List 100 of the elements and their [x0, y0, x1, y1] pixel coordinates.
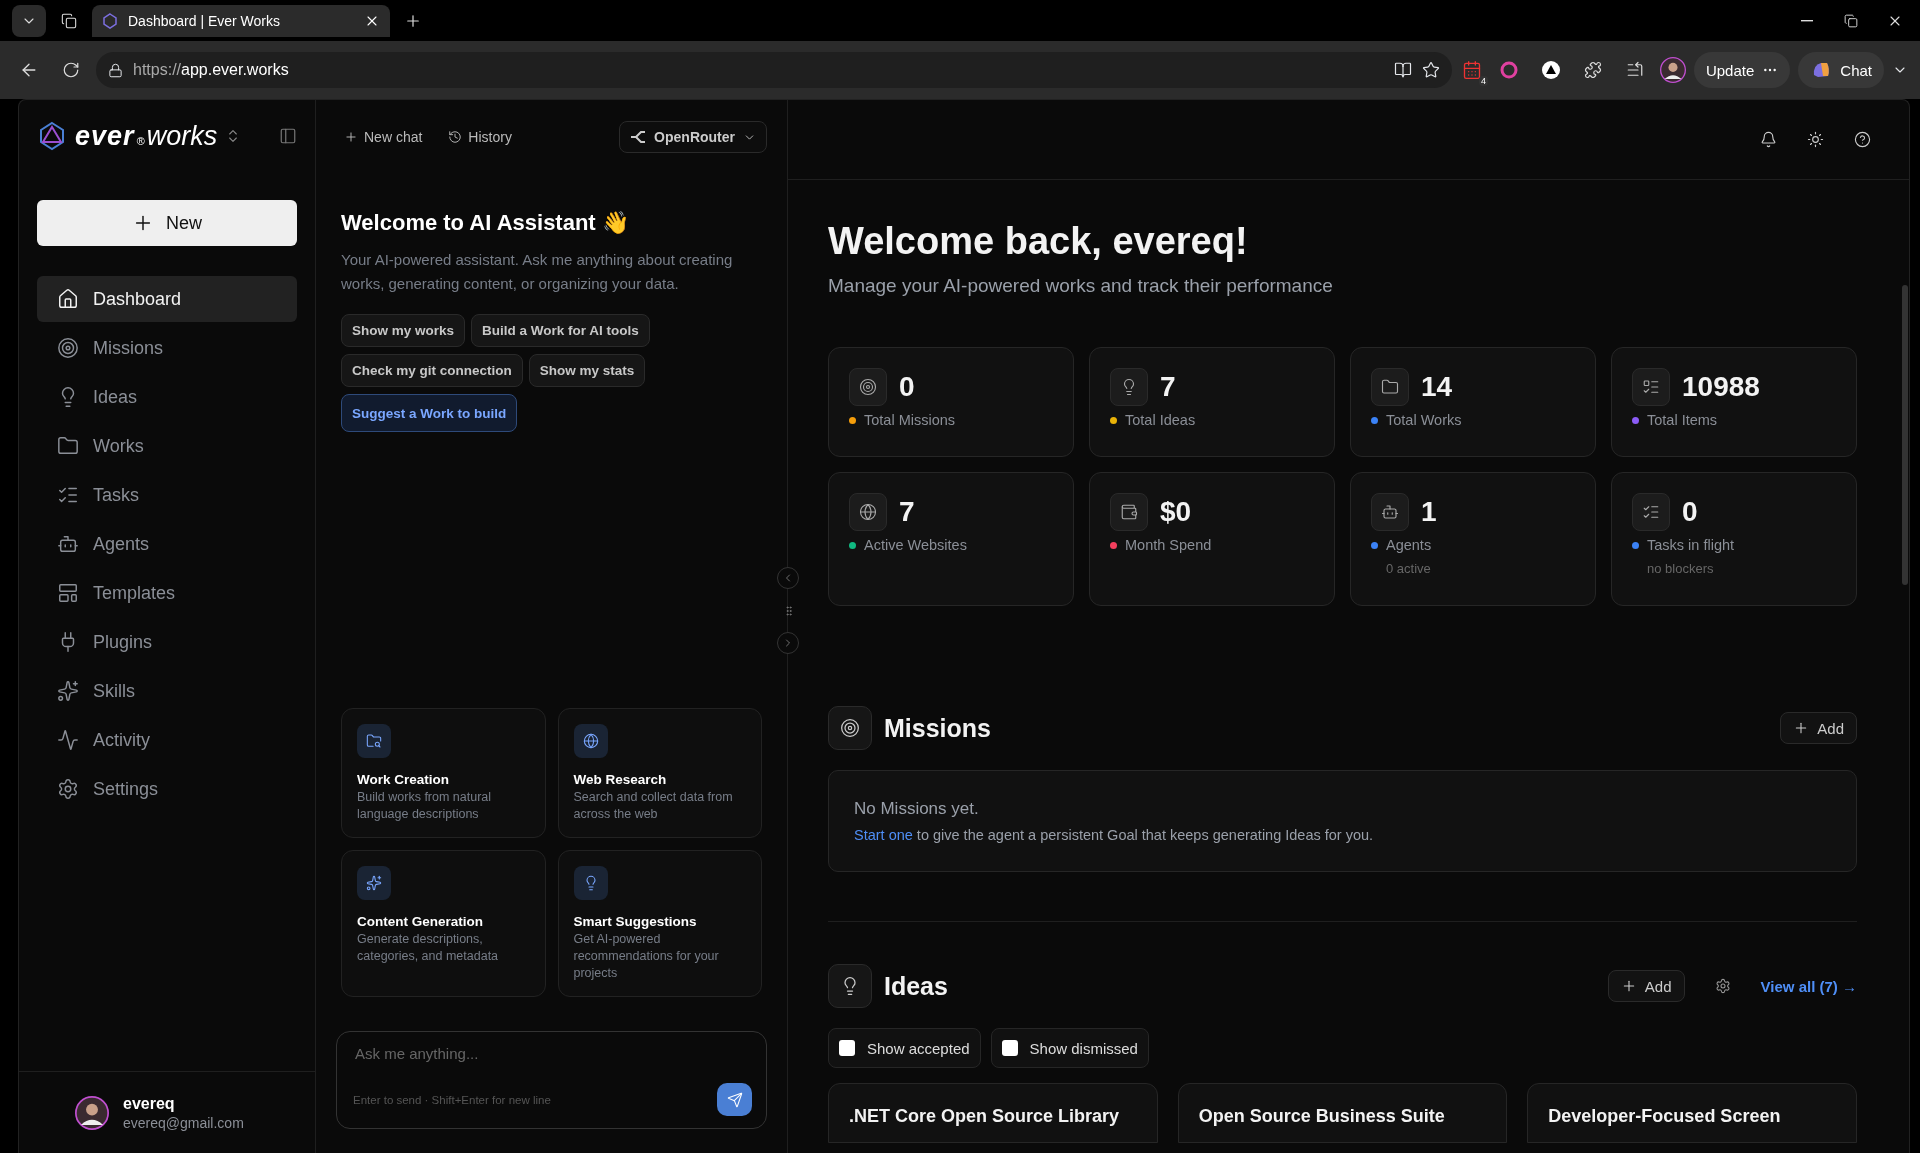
assistant-intro: Your AI-powered assistant. Ask me anything about creating works, generating content, or organizing your data.	[341, 250, 734, 294]
sparkles-icon	[357, 866, 391, 900]
nav-item[interactable]: Tasks	[37, 472, 297, 518]
chat-input[interactable]: Ask me anything...	[353, 1044, 752, 1063]
checkbox[interactable]	[1001, 1040, 1018, 1056]
nav-item[interactable]: Plugins	[37, 619, 297, 665]
welcome-subtitle: Manage your AI-powered works and track their performance	[828, 275, 1334, 297]
url-text: https://app.ever.works	[133, 61, 289, 79]
suggestion-chip[interactable]: Build a Work for AI tools	[471, 314, 650, 347]
stat-label: Agents	[1386, 537, 1432, 553]
nav-item[interactable]: Works	[37, 423, 297, 469]
nav-item[interactable]: Agents	[37, 521, 297, 567]
router-icon	[630, 130, 647, 144]
logo-text: ever®works	[75, 120, 218, 152]
avatar	[75, 1095, 109, 1130]
scrollbar-thumb[interactable]	[1902, 285, 1908, 585]
resize-grip-icon[interactable]	[783, 605, 795, 617]
stat-value: 7	[1160, 371, 1176, 403]
suggestion-chip[interactable]: Show my works	[341, 314, 466, 347]
layout-icon	[57, 582, 79, 604]
feature-card[interactable]: Work Creation Build works from natural language descriptions	[341, 708, 546, 838]
robot-icon	[1371, 493, 1409, 531]
avatar	[1659, 57, 1686, 83]
nav-item[interactable]: Activity	[37, 717, 297, 763]
nav-item[interactable]: Skills	[37, 668, 297, 714]
idea-card[interactable]: .NET Core Open Source Library	[828, 1083, 1158, 1143]
target-icon	[849, 368, 887, 406]
address-bar[interactable]: https://app.ever.works	[96, 52, 1452, 88]
filter-checkbox[interactable]: Show dismissed	[990, 1028, 1149, 1068]
stat-label: Total Ideas	[1125, 412, 1196, 428]
checkbox[interactable]	[839, 1040, 855, 1056]
stat-label: Month Spend	[1125, 537, 1212, 553]
nav-item[interactable]: Dashboard	[37, 276, 297, 322]
idea-card[interactable]: Open Source Business Suite	[1177, 1083, 1508, 1143]
settings-icon	[1714, 978, 1731, 994]
new-button[interactable]: New	[37, 200, 297, 246]
history-icon	[448, 130, 463, 144]
view-all-link[interactable]: View all (7) →	[1760, 977, 1857, 995]
idea-card[interactable]: Developer-Focused Screen	[1527, 1083, 1857, 1143]
filter-checkbox[interactable]: Show accepted	[828, 1028, 981, 1068]
nav-item[interactable]: Templates	[37, 570, 297, 616]
stat-note: 0 active	[1386, 561, 1432, 576]
logo-icon	[37, 121, 67, 151]
target-icon	[828, 706, 872, 750]
stat-label: Total Works	[1386, 412, 1462, 428]
feature-title: Work Creation	[357, 772, 450, 787]
tab-list-button[interactable]	[12, 4, 46, 37]
browser-tab[interactable]: Dashboard | Ever Works	[92, 4, 390, 37]
stat-note: no blockers	[1647, 561, 1715, 576]
send-icon	[726, 1091, 743, 1108]
nav-item[interactable]: Missions	[37, 325, 297, 371]
collapse-handle[interactable]	[777, 567, 799, 589]
suggestion-chip[interactable]: Show my stats	[528, 354, 646, 387]
folder-icon	[1371, 368, 1409, 406]
list-icon	[1632, 368, 1670, 406]
suggestion-chip[interactable]: Check my git connection	[341, 354, 523, 387]
folder-search-icon	[357, 724, 391, 758]
assistant-title: Welcome to AI Assistant 👋	[341, 210, 630, 236]
folder-icon	[57, 435, 79, 457]
feature-card[interactable]: Web Research Search and collect data from across the web	[557, 708, 762, 838]
suggestion-chip[interactable]: Suggest a Work to build	[341, 394, 518, 432]
sun-icon	[1807, 131, 1824, 148]
puzzle-icon	[1583, 61, 1602, 79]
minimize-icon	[1801, 19, 1813, 22]
stat-label: Total Items	[1647, 412, 1718, 428]
feature-title: Content Generation	[357, 914, 484, 929]
favorites-icon	[1625, 61, 1644, 79]
add-button[interactable]: Add	[1607, 970, 1685, 1002]
globe-icon	[849, 493, 887, 531]
calendar-icon	[1461, 60, 1482, 80]
stat-label: Active Websites	[864, 537, 967, 553]
update-button[interactable]: Update	[1693, 52, 1791, 88]
star-icon	[1421, 61, 1440, 79]
feature-description: Build works from natural language descriptions	[357, 789, 493, 823]
lightbulb-icon	[1110, 368, 1148, 406]
stat-value: 7	[899, 496, 915, 528]
nav-item[interactable]: Settings	[37, 766, 297, 812]
activity-icon	[57, 729, 79, 751]
send-button[interactable]	[717, 1083, 752, 1116]
robot-icon	[57, 533, 79, 555]
lightbulb-icon	[573, 866, 608, 900]
history-button[interactable]: History	[440, 125, 520, 149]
add-button[interactable]: Add	[1780, 712, 1857, 744]
chat-button[interactable]: Chat	[1798, 52, 1884, 88]
restore-icon	[1844, 13, 1858, 28]
feature-card[interactable]: Smart Suggestions Get AI-powered recommendations for your projects	[557, 850, 762, 997]
feature-card[interactable]: Content Generation Generate descriptions, categories, and metadata	[341, 850, 546, 997]
stat-value: 0	[1682, 496, 1698, 528]
expand-handle[interactable]	[777, 632, 799, 654]
feature-description: Search and collect data from across the web	[573, 789, 734, 823]
stat-label: Total Missions	[864, 412, 956, 428]
wallet-icon	[1110, 493, 1148, 531]
model-selector[interactable]: OpenRouter	[619, 121, 767, 153]
user-email: evereq@gmail.com	[123, 1114, 244, 1131]
start-link[interactable]: Start one	[854, 827, 913, 843]
nav-item[interactable]: Ideas	[37, 374, 297, 420]
bell-icon	[1760, 131, 1777, 148]
section-title: Missions	[884, 713, 992, 743]
new-chat-button[interactable]: New chat	[336, 125, 431, 149]
ring-icon	[1498, 60, 1519, 80]
